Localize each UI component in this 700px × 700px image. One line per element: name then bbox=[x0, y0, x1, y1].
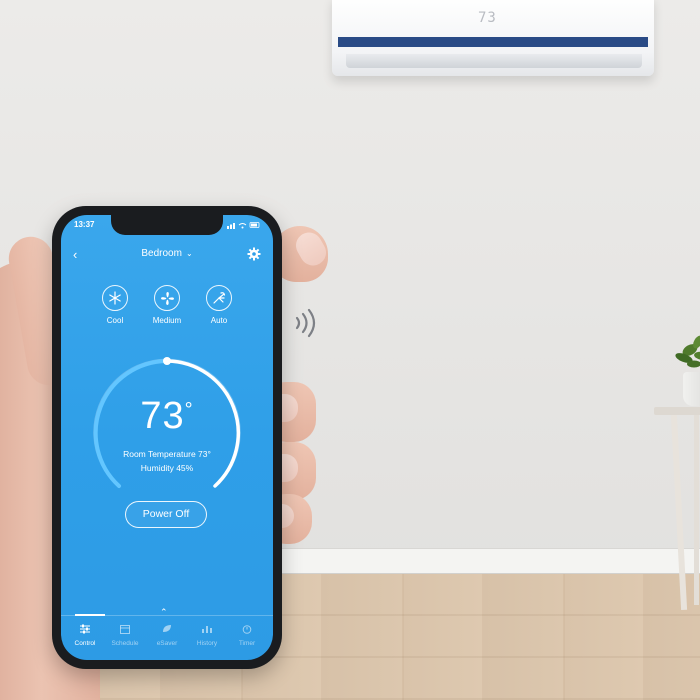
ac-accent-stripe bbox=[338, 37, 648, 47]
chart-icon bbox=[202, 626, 212, 633]
mode-label: Medium bbox=[152, 316, 182, 325]
tab-history[interactable]: History bbox=[187, 624, 227, 647]
set-temperature-value: 73 bbox=[140, 395, 185, 437]
tab-label: eSaver bbox=[156, 640, 178, 647]
phone-screen: 13:37 ‹ Bedroom ⌄ Cool Medium Auto 73° R… bbox=[61, 215, 273, 660]
tab-label: Schedule bbox=[111, 640, 139, 647]
air-conditioner-unit: 73 bbox=[332, 0, 654, 76]
tab-label: Timer bbox=[238, 640, 256, 647]
tab-label: Control bbox=[74, 640, 96, 647]
humidity-reading: Humidity 45% bbox=[140, 463, 194, 473]
tab-esaver[interactable]: eSaver bbox=[147, 624, 187, 647]
plant-pot bbox=[683, 372, 700, 406]
set-temperature: 73° bbox=[61, 395, 273, 438]
tab-control[interactable]: Control bbox=[65, 624, 105, 647]
snowflake-icon bbox=[102, 285, 128, 311]
room-temperature: Room Temperature 73° bbox=[123, 449, 211, 459]
mode-swing-button[interactable]: Auto bbox=[197, 285, 241, 325]
status-bar-icons bbox=[227, 222, 260, 229]
dial-handle[interactable] bbox=[163, 357, 171, 365]
bottom-tab-bar: Control Schedule eSaver History Timer bbox=[61, 615, 273, 660]
mode-label: Auto bbox=[210, 316, 228, 325]
smartphone: 13:37 ‹ Bedroom ⌄ Cool Medium Auto 73° R… bbox=[52, 206, 282, 669]
fan-icon bbox=[154, 285, 180, 311]
mode-controls: Cool Medium Auto bbox=[61, 285, 273, 335]
phone-notch bbox=[111, 215, 223, 235]
tab-schedule[interactable]: Schedule bbox=[105, 624, 145, 647]
sliders-icon bbox=[80, 624, 90, 634]
side-table-top bbox=[654, 407, 700, 415]
mode-fan-speed-button[interactable]: Medium bbox=[145, 285, 189, 325]
status-bar-time: 13:37 bbox=[74, 220, 95, 229]
wireless-signal-icon bbox=[295, 308, 316, 338]
room-selector[interactable]: Bedroom ⌄ bbox=[61, 248, 273, 259]
calendar-icon bbox=[120, 625, 130, 634]
tab-timer[interactable]: Timer bbox=[227, 624, 267, 647]
gear-icon[interactable] bbox=[247, 247, 261, 261]
ac-temperature-display: 73 bbox=[478, 10, 497, 26]
timer-icon bbox=[242, 625, 252, 634]
room-name: Bedroom bbox=[141, 248, 182, 259]
mode-cool-button[interactable]: Cool bbox=[93, 285, 137, 325]
chevron-down-icon: ⌄ bbox=[185, 249, 193, 258]
app-header: ‹ Bedroom ⌄ bbox=[61, 245, 273, 267]
swing-icon bbox=[206, 285, 232, 311]
ac-vent bbox=[346, 54, 642, 68]
side-table-leg bbox=[694, 415, 699, 605]
plant-icon bbox=[675, 335, 700, 368]
tab-label: History bbox=[196, 640, 218, 647]
mode-label: Cool bbox=[106, 316, 124, 325]
degree-symbol: ° bbox=[184, 399, 194, 421]
power-off-button[interactable]: Power Off bbox=[125, 501, 207, 528]
leaf-icon bbox=[163, 625, 171, 632]
